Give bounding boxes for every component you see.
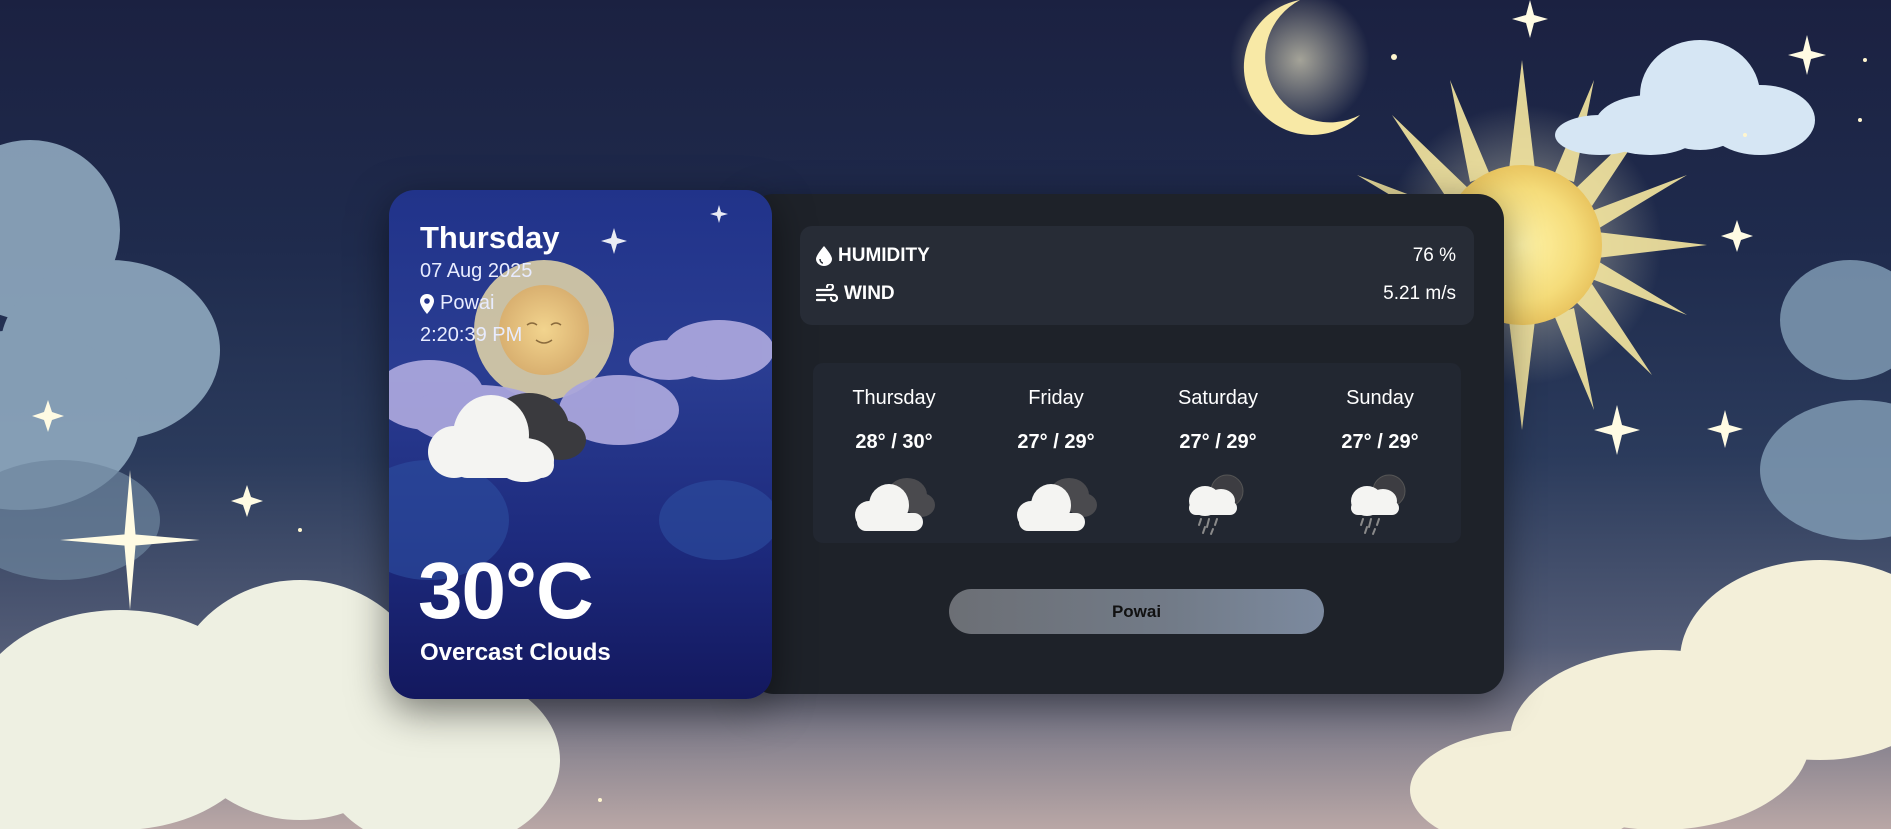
current-condition: Overcast Clouds <box>420 639 611 666</box>
wind-label: WIND <box>844 283 895 304</box>
current-time: 2:20:39 PM <box>420 324 523 346</box>
map-pin-icon <box>420 293 434 314</box>
forecast-temp-range: 27° / 29° <box>1179 431 1257 453</box>
forecast-day: Saturday 27° / 29° <box>1137 363 1299 543</box>
humidity-label: HUMIDITY <box>838 245 930 266</box>
city-button[interactable]: Powai <box>949 589 1324 634</box>
rain-clouds-icon <box>1189 474 1244 535</box>
humidity-label-group: HUMIDITY <box>816 245 930 267</box>
current-location: Powai <box>420 292 494 315</box>
forecast-day-name: Sunday <box>1346 387 1414 409</box>
current-weather-card: Thursday 07 Aug 2025 Powai 2:20:39 PM 30… <box>389 190 772 699</box>
broken-clouds-icon <box>855 478 935 531</box>
rain-clouds-icon <box>1351 474 1406 535</box>
broken-clouds-icon <box>1017 478 1097 531</box>
current-day: Thursday <box>420 220 560 255</box>
cloud-left-shadow <box>0 460 160 580</box>
location-label: Powai <box>440 292 495 314</box>
cloud-right <box>1760 260 1891 540</box>
current-temperature: 30°C <box>418 546 594 635</box>
wind-value: 5.21 m/s <box>1383 283 1456 304</box>
wind-icon <box>816 284 838 303</box>
forecast-temp-range: 28° / 30° <box>855 431 933 453</box>
wind-row: WIND 5.21 m/s <box>816 279 1456 309</box>
forecast-day: Thursday 28° / 30° <box>813 363 975 543</box>
forecast-day-name: Saturday <box>1177 387 1259 409</box>
forecast-day-name: Thursday <box>852 387 936 409</box>
cloud-top-right <box>1555 40 1815 155</box>
stats-box: HUMIDITY 76 % WIND 5.21 m/s <box>800 226 1474 325</box>
humidity-row: HUMIDITY 76 % <box>816 241 1456 271</box>
forecast-temp-range: 27° / 29° <box>1017 431 1095 453</box>
forecast-list: Thursday 28° / 30° Friday 27° / 29° Satu… <box>813 363 1461 543</box>
droplet-icon <box>816 246 832 266</box>
forecast-day: Friday 27° / 29° <box>975 363 1137 543</box>
current-date: 07 Aug 2025 <box>420 260 533 282</box>
humidity-value: 76 % <box>1412 245 1456 266</box>
cloud-left <box>0 140 220 510</box>
forecast-day: Sunday 27° / 29° <box>1299 363 1461 543</box>
moon-icon <box>1230 0 1370 135</box>
forecast-temp-range: 27° / 29° <box>1341 431 1419 453</box>
forecast-day-name: Friday <box>1028 387 1084 409</box>
wind-label-group: WIND <box>816 283 895 305</box>
